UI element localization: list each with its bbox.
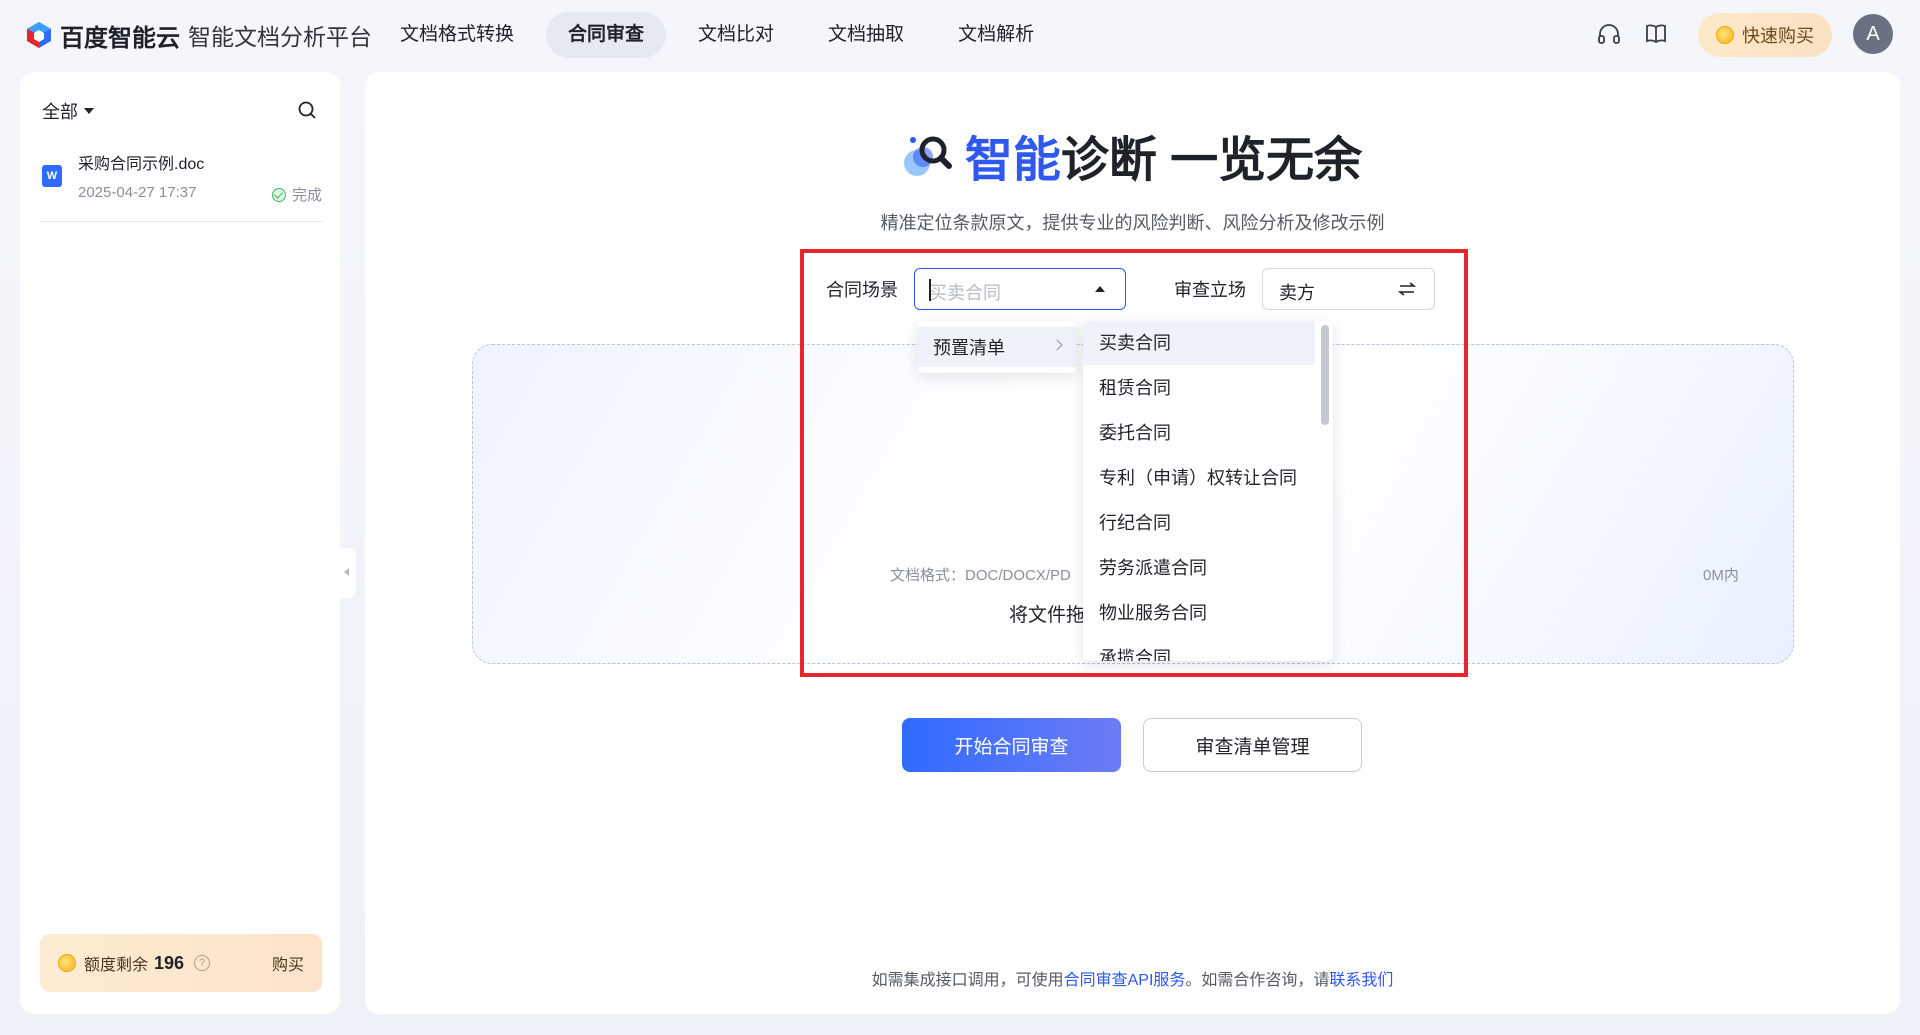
avatar[interactable]: A — [1853, 14, 1893, 54]
title-accent: 智能 — [964, 134, 1061, 187]
help-icon[interactable]: ? — [194, 955, 211, 971]
api-service-link[interactable]: 合同审查API服务 — [1064, 972, 1186, 989]
document-name: 采购合同示例.doc — [78, 156, 205, 173]
word-file-icon: W — [42, 165, 62, 187]
scene-select[interactable]: 买卖合同 — [914, 268, 1126, 310]
cascader-group-panel: 预置清单 — [917, 321, 1077, 373]
text-cursor — [929, 279, 931, 301]
filter-dropdown[interactable]: 全部 — [42, 98, 94, 124]
baidu-cloud-logo-icon — [27, 22, 51, 48]
quick-buy-button[interactable]: 快速购买 — [1698, 13, 1832, 57]
nav-contract-review[interactable]: 合同审查 — [546, 12, 667, 58]
nav-document-compare[interactable]: 文档比对 — [676, 12, 796, 58]
cascader-options-panel: 买卖合同 租赁合同 委托合同 专利（申请）权转让合同 行纪合同 劳务派遣合同 物… — [1083, 321, 1333, 661]
list-item[interactable]: W 采购合同示例.doc 2025-04-27 17:37 完成 — [40, 148, 322, 222]
quota-value: 196 — [154, 952, 185, 973]
cascader-group-label: 预置清单 — [933, 338, 1005, 358]
history-sidebar: 全部 W 采购合同示例.doc 2025-04-27 17:37 完成 额度剩余… — [20, 72, 340, 1014]
main-nav: 文档格式转换 合同审查 文档比对 文档抽取 文档解析 — [378, 12, 1066, 58]
scene-label: 合同场景 — [826, 280, 898, 300]
nav-document-parsing[interactable]: 文档解析 — [936, 12, 1056, 58]
contact-us-link[interactable]: 联系我们 — [1329, 972, 1393, 989]
check-circle-icon — [271, 187, 286, 202]
search-icon[interactable] — [297, 100, 317, 120]
quota-label: 额度剩余 — [84, 957, 149, 974]
option-brokerage-contract[interactable]: 行纪合同 — [1083, 501, 1315, 545]
start-review-button[interactable]: 开始合同审查 — [902, 718, 1121, 772]
coin-icon — [1716, 26, 1734, 44]
upload-format-hint: 文档格式：DOC/DOCX/PD — [890, 567, 1071, 584]
option-work-contract[interactable]: 承揽合同 — [1083, 636, 1315, 661]
page-title: 智能诊断 一览无余 — [365, 120, 1900, 190]
top-navigation-bar: 百度智能云 智能文档分析平台 文档格式转换 合同审查 文档比对 文档抽取 文档解… — [0, 0, 1920, 70]
caret-down-icon — [84, 108, 94, 114]
options-scrollbar[interactable] — [1321, 325, 1329, 425]
brand-name: 百度智能云 — [60, 24, 180, 52]
footer-note: 如需集成接口调用，可使用合同审查API服务。如需合作咨询，请联系我们 — [365, 966, 1900, 990]
main-panel: 智能诊断 一览无余 精准定位条款原文，提供专业的风险判断、风险分析及修改示例 将… — [365, 72, 1900, 1014]
option-sale-contract[interactable]: 买卖合同 — [1083, 321, 1315, 365]
nav-document-extraction[interactable]: 文档抽取 — [806, 12, 926, 58]
swap-icon[interactable] — [1398, 281, 1416, 297]
option-labor-dispatch-contract[interactable]: 劳务派遣合同 — [1083, 546, 1315, 590]
caret-up-icon — [1095, 286, 1105, 292]
scene-placeholder: 买卖合同 — [929, 283, 1001, 303]
checklist-manage-button[interactable]: 审查清单管理 — [1143, 718, 1362, 772]
book-icon[interactable] — [1643, 21, 1669, 47]
stance-value: 卖方 — [1279, 283, 1315, 303]
page-subtitle: 精准定位条款原文，提供专业的风险判断、风险分析及修改示例 — [880, 213, 1385, 233]
stance-label: 审查立场 — [1174, 280, 1246, 300]
sidebar-collapse-handle[interactable] — [340, 548, 356, 598]
document-time: 2025-04-27 17:37 — [78, 184, 197, 201]
stance-row: 审查立场 卖方 — [1174, 267, 1435, 311]
upload-instruction: 将文件拖 — [1009, 605, 1086, 626]
coin-icon — [58, 954, 76, 972]
upload-size-hint: 0M内 — [1703, 567, 1739, 584]
option-entrustment-contract[interactable]: 委托合同 — [1083, 411, 1315, 455]
option-property-service-contract[interactable]: 物业服务合同 — [1083, 591, 1315, 635]
quota-buy-link[interactable]: 购买 — [272, 951, 304, 975]
chevron-right-icon — [1051, 339, 1063, 351]
product-name: 智能文档分析平台 — [188, 24, 372, 50]
headset-icon[interactable] — [1596, 21, 1622, 47]
quick-buy-label: 快速购买 — [1742, 26, 1814, 46]
status-label: 完成 — [291, 187, 322, 204]
quota-panel: 额度剩余 196 ? 购买 — [40, 934, 322, 992]
title-rest: 诊断 一览无余 — [1060, 134, 1363, 187]
footer-middle: 。如需合作咨询，请 — [1185, 972, 1330, 989]
cascader-group-preset[interactable]: 预置清单 — [917, 327, 1077, 367]
stance-select[interactable]: 卖方 — [1262, 268, 1435, 310]
logo[interactable]: 百度智能云 智能文档分析平台 — [24, 18, 372, 52]
footer-prefix: 如需集成接口调用，可使用 — [871, 972, 1064, 989]
option-patent-transfer-contract[interactable]: 专利（申请）权转让合同 — [1083, 456, 1315, 500]
filter-label: 全部 — [42, 102, 78, 122]
scene-row: 合同场景 买卖合同 — [826, 267, 1126, 311]
option-lease-contract[interactable]: 租赁合同 — [1083, 366, 1315, 410]
nav-format-conversion[interactable]: 文档格式转换 — [378, 12, 536, 58]
status-badge: 完成 — [271, 184, 322, 205]
